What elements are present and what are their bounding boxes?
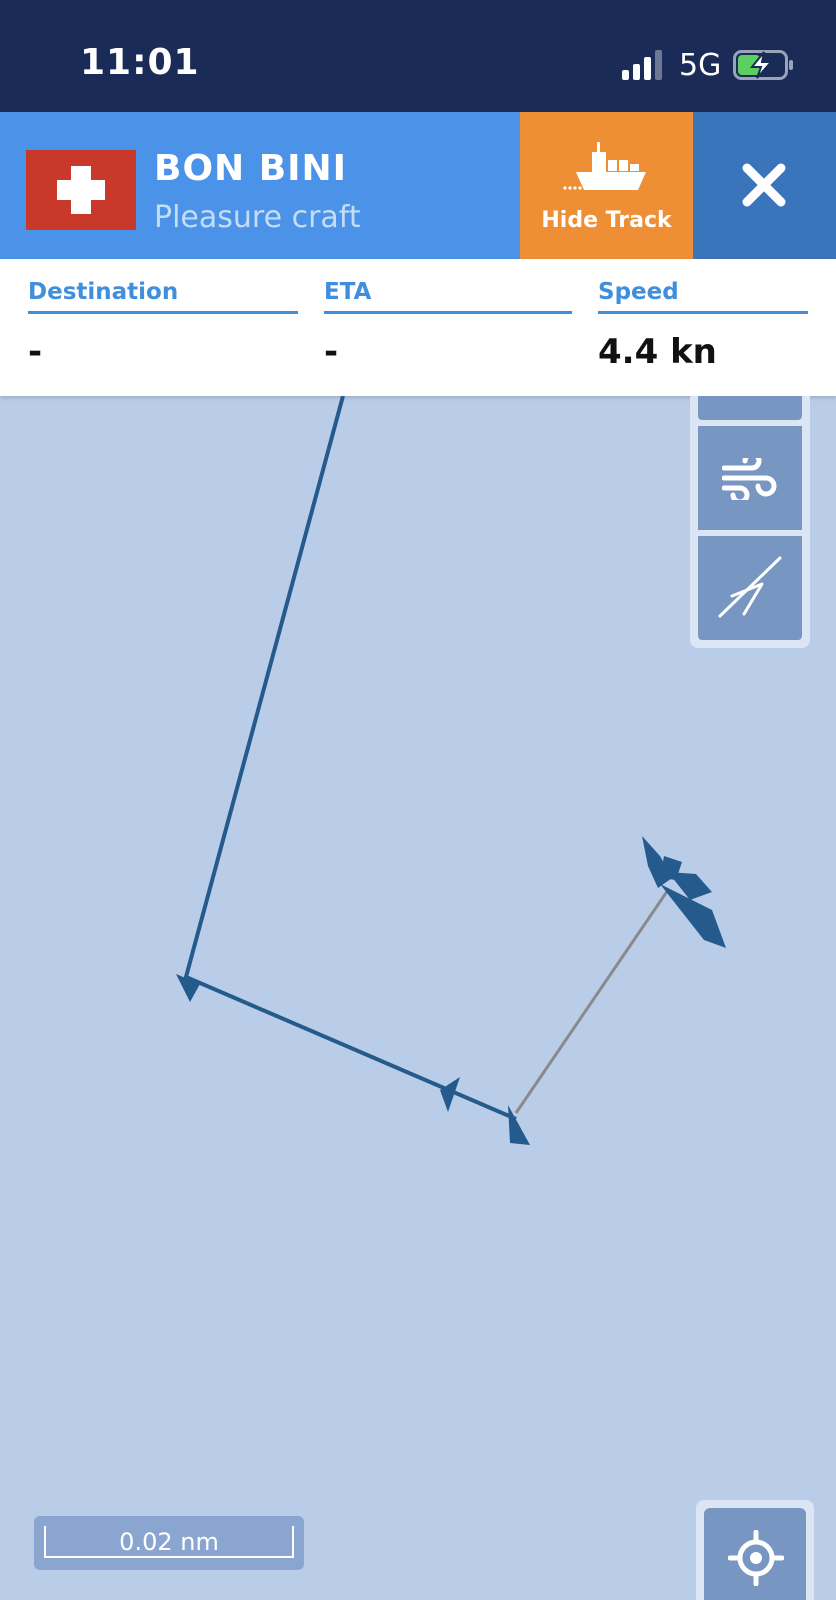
locate-button[interactable]	[704, 1508, 806, 1600]
eta-value: -	[324, 332, 339, 372]
track-path	[183, 396, 517, 1121]
map-area[interactable]	[0, 396, 836, 1600]
hide-track-button[interactable]: Hide Track	[520, 112, 693, 259]
eta-label: ETA	[324, 279, 572, 314]
network-label: 5G	[679, 48, 722, 83]
battery-charging-icon	[733, 50, 793, 80]
scale-label: 0.02 nm	[119, 1528, 219, 1556]
map-tools-panel	[690, 396, 810, 648]
layers-button[interactable]	[698, 396, 802, 420]
close-button[interactable]	[693, 112, 836, 259]
crosshair-icon	[728, 1530, 784, 1586]
speed-field: Speed 4.4 kn	[598, 279, 808, 372]
hide-track-label: Hide Track	[541, 208, 672, 233]
destination-field: Destination -	[28, 279, 298, 372]
measure-button[interactable]	[698, 536, 802, 640]
scale-bar: 0.02 nm	[34, 1516, 304, 1570]
destination-value: -	[28, 332, 43, 372]
locate-panel	[696, 1500, 814, 1600]
wind-icon	[722, 458, 777, 500]
eta-field: ETA -	[324, 279, 572, 372]
signal-icon	[622, 50, 662, 80]
measure-icon	[718, 556, 782, 618]
vessel-name: BON BINI	[154, 148, 348, 189]
wind-button[interactable]	[698, 426, 802, 530]
status-bar: 11:01 5G	[0, 0, 836, 112]
projected-course-line	[514, 889, 670, 1114]
cargo-ship-icon	[563, 142, 646, 190]
status-time: 11:01	[80, 42, 200, 83]
destination-label: Destination	[28, 279, 298, 314]
speed-value: 4.4 kn	[598, 332, 717, 372]
speed-label: Speed	[598, 279, 808, 314]
close-icon	[742, 163, 786, 207]
flag-switzerland-icon	[26, 150, 136, 230]
vessel-type: Pleasure craft	[154, 200, 361, 235]
vessel-header: BON BINI Pleasure craft Hide Track	[0, 112, 836, 259]
track-markers	[176, 836, 726, 1145]
info-panel: Destination - ETA - Speed 4.4 kn	[0, 259, 836, 396]
